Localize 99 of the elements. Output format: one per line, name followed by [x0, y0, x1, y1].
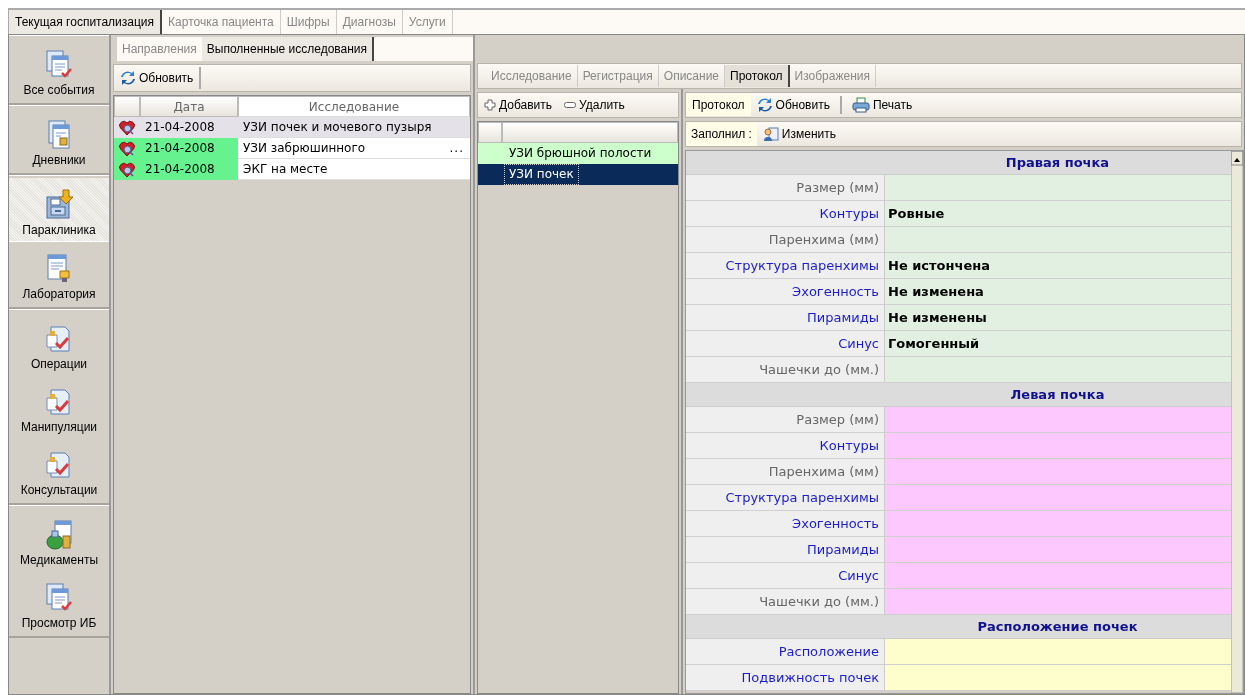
- print-button[interactable]: Печать: [845, 94, 919, 116]
- study-name: ЭКГ на месте: [243, 161, 328, 178]
- heart-magnifier-icon: [119, 161, 135, 178]
- refresh-button[interactable]: Обновить: [750, 94, 836, 116]
- field-label: Синус: [686, 563, 885, 588]
- table-cell: 21-04-2008: [140, 138, 238, 159]
- protocol-button[interactable]: Протокол: [686, 94, 751, 116]
- ellipsis-button[interactable]: ...: [449, 138, 470, 158]
- column-header[interactable]: Дата: [140, 96, 238, 117]
- table-row[interactable]: 21-04-2008 ЭКГ на месте: [114, 159, 470, 180]
- field-value[interactable]: Гомогенный: [885, 331, 1231, 356]
- minus-icon: [564, 102, 577, 108]
- field-label: Размер (мм): [686, 407, 885, 432]
- sidebar-label: Лаборатория: [22, 287, 96, 301]
- section-title: Расположение почек: [976, 619, 1139, 634]
- field-label: Чашечки до (мм.): [686, 357, 885, 382]
- remove-button[interactable]: Удалить: [558, 94, 631, 116]
- field-value[interactable]: [885, 227, 1231, 252]
- refresh-button[interactable]: Обновить: [114, 67, 202, 89]
- field-value[interactable]: [885, 563, 1231, 588]
- column-header[interactable]: Исследование: [238, 96, 470, 117]
- field-value[interactable]: [885, 357, 1231, 382]
- column-header: [114, 96, 140, 117]
- study-name: УЗИ забрюшинного: [243, 140, 366, 157]
- field-label: Синус: [686, 331, 885, 356]
- field-label: Контуры: [686, 201, 885, 226]
- field-value[interactable]: [885, 433, 1231, 458]
- sidebar-label: Медикаменты: [19, 553, 99, 567]
- refresh-icon: [756, 97, 773, 113]
- sidebar-item[interactable]: Все события: [9, 38, 109, 101]
- sidebar-label: Манипуляции: [20, 420, 98, 434]
- column-header[interactable]: [502, 122, 678, 143]
- table-cell: 21-04-2008: [140, 117, 238, 138]
- exam-tab[interactable]: Протокол: [725, 65, 790, 87]
- field-label: Паренхима (мм): [686, 227, 885, 252]
- sidebar-label: Консультации: [20, 483, 98, 497]
- table-row[interactable]: 21-04-2008 УЗИ почек и мочевого пузыря: [114, 117, 470, 138]
- field-label: Структура паренхимы: [686, 253, 885, 278]
- field-label: Размер (мм): [686, 175, 885, 200]
- field-label: Структура паренхимы: [686, 485, 885, 510]
- sidebar-item[interactable]: Медикаменты: [9, 508, 109, 571]
- edit-button[interactable]: Изменить: [756, 123, 842, 145]
- field-label: Подвижность почек: [686, 665, 885, 690]
- field-value[interactable]: [885, 639, 1231, 664]
- field-value[interactable]: [885, 175, 1231, 200]
- field-label: Расположение: [686, 639, 885, 664]
- user-card-icon: [762, 126, 779, 142]
- field-label: Контуры: [686, 433, 885, 458]
- field-value[interactable]: [885, 407, 1231, 432]
- field-label: Эхогенность: [686, 279, 885, 304]
- field-value[interactable]: [885, 665, 1231, 690]
- field-label: Эхогенность: [686, 511, 885, 536]
- section-title: Левая почка: [1009, 387, 1106, 402]
- sidebar-label: Все события: [23, 83, 95, 97]
- studies-tab[interactable]: Направления: [117, 37, 202, 61]
- add-button[interactable]: Добавить: [478, 94, 559, 116]
- field-label: Чашечки до (мм.): [686, 589, 885, 614]
- vertical-scrollbar[interactable]: [1231, 151, 1243, 693]
- field-value[interactable]: [885, 589, 1231, 614]
- table-cell: 21-04-2008: [140, 159, 238, 180]
- file-cabinet-icon: [43, 189, 75, 221]
- heart-magnifier-icon: [119, 119, 135, 136]
- sidebar-item[interactable]: Операции: [9, 312, 109, 375]
- field-value[interactable]: [885, 537, 1231, 562]
- field-value[interactable]: [885, 511, 1231, 536]
- sidebar-item[interactable]: Манипуляции: [9, 375, 109, 438]
- heart-magnifier-icon: [119, 140, 135, 157]
- sidebar-item[interactable]: Дневники: [9, 108, 109, 171]
- study-name: УЗИ почек и мочевого пузыря: [243, 119, 432, 136]
- field-value[interactable]: Не истончена: [885, 253, 1231, 278]
- field-value[interactable]: [885, 459, 1231, 484]
- sidebar-label: Параклиника: [22, 223, 96, 237]
- filled-by-label: Заполнил :: [686, 122, 757, 146]
- sidebar-item[interactable]: Параклиника: [9, 178, 109, 242]
- sidebar-label: Операции: [30, 357, 88, 371]
- field-value[interactable]: Не изменены: [885, 305, 1231, 330]
- field-value[interactable]: Не изменена: [885, 279, 1231, 304]
- refresh-icon: [120, 70, 136, 86]
- sidebar-item[interactable]: Консультации: [9, 438, 109, 501]
- studies-tab[interactable]: Выполненные исследования: [201, 37, 375, 61]
- sidebar-label: Просмотр ИБ: [21, 616, 97, 630]
- printer-icon: [851, 97, 870, 113]
- field-value[interactable]: Ровные: [885, 201, 1231, 226]
- main-tab[interactable]: Текущая госпитализация: [9, 10, 163, 34]
- row-indicator-cell: [478, 164, 502, 185]
- list-row-label: УЗИ брюшной полости: [508, 145, 653, 162]
- field-label: Пирамиды: [686, 305, 885, 330]
- plus-icon: [484, 99, 496, 111]
- row-indicator-cell: [478, 143, 502, 164]
- medicine-bottles-icon: [43, 519, 75, 551]
- field-label: Пирамиды: [686, 537, 885, 562]
- list-row-label: УЗИ почек: [504, 164, 579, 185]
- sidebar-item[interactable]: Просмотр ИБ: [9, 571, 109, 634]
- sidebar-item[interactable]: Лаборатория: [9, 242, 109, 305]
- field-label: Паренхима (мм): [686, 459, 885, 484]
- table-row[interactable]: 21-04-2008 УЗИ забрюшинного ...: [114, 138, 470, 159]
- section-title: Правая почка: [1004, 155, 1111, 170]
- sidebar-label: Дневники: [32, 153, 86, 167]
- field-value[interactable]: [885, 485, 1231, 510]
